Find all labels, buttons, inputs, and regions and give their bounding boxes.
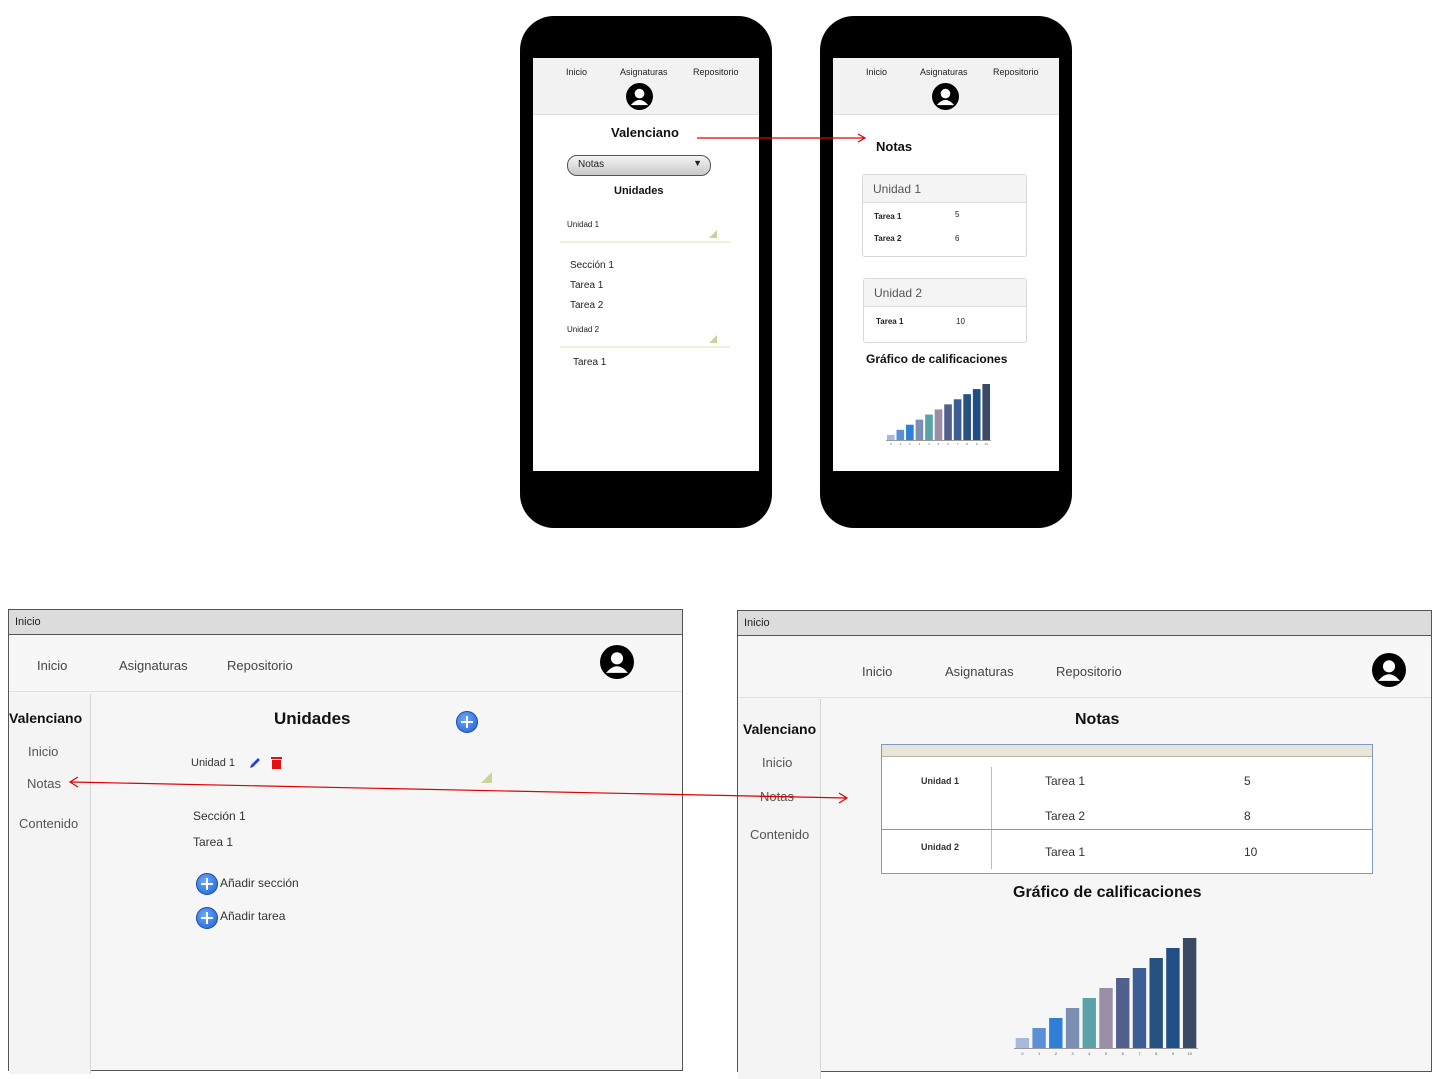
arrow-mobile (697, 133, 867, 143)
flow-arrows (68, 133, 867, 804)
arrow-desktop (68, 776, 849, 804)
